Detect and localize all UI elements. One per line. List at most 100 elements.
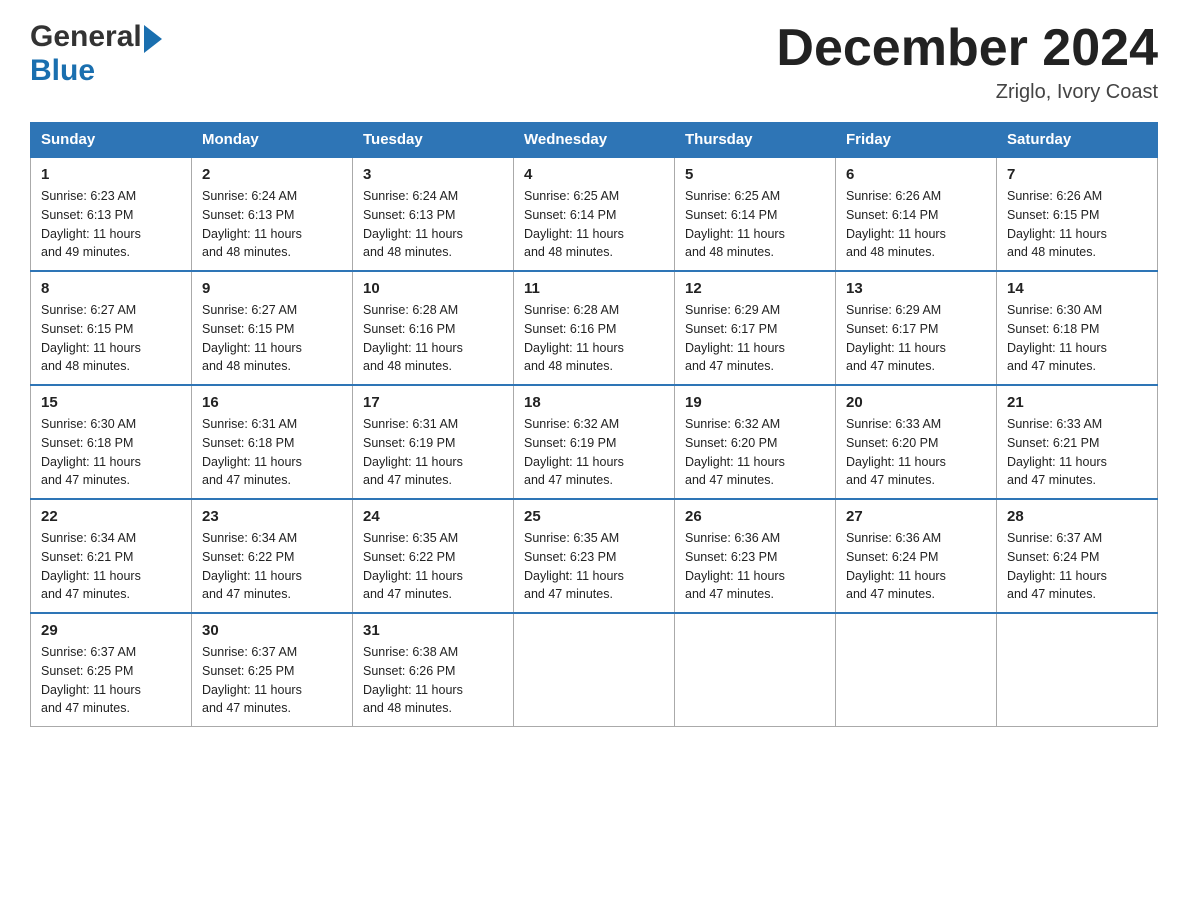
day-number: 11 (524, 280, 664, 297)
day-info: Sunrise: 6:34 AMSunset: 6:22 PMDaylight:… (202, 529, 342, 604)
calendar-cell: 7 Sunrise: 6:26 AMSunset: 6:15 PMDayligh… (997, 157, 1158, 271)
day-number: 5 (685, 166, 825, 183)
page-header: General Blue December 2024 Zriglo, Ivory… (30, 20, 1158, 104)
day-number: 31 (363, 622, 503, 639)
day-number: 10 (363, 280, 503, 297)
calendar-cell: 12 Sunrise: 6:29 AMSunset: 6:17 PMDaylig… (675, 271, 836, 385)
day-number: 20 (846, 394, 986, 411)
calendar-cell: 29 Sunrise: 6:37 AMSunset: 6:25 PMDaylig… (31, 613, 192, 727)
calendar-cell: 21 Sunrise: 6:33 AMSunset: 6:21 PMDaylig… (997, 385, 1158, 499)
day-info: Sunrise: 6:35 AMSunset: 6:22 PMDaylight:… (363, 529, 503, 604)
day-number: 25 (524, 508, 664, 525)
calendar-cell (997, 613, 1158, 727)
calendar-cell: 3 Sunrise: 6:24 AMSunset: 6:13 PMDayligh… (353, 157, 514, 271)
calendar-cell: 31 Sunrise: 6:38 AMSunset: 6:26 PMDaylig… (353, 613, 514, 727)
calendar-cell: 18 Sunrise: 6:32 AMSunset: 6:19 PMDaylig… (514, 385, 675, 499)
day-info: Sunrise: 6:30 AMSunset: 6:18 PMDaylight:… (1007, 301, 1147, 376)
day-number: 1 (41, 166, 181, 183)
day-info: Sunrise: 6:38 AMSunset: 6:26 PMDaylight:… (363, 643, 503, 718)
day-number: 21 (1007, 394, 1147, 411)
day-info: Sunrise: 6:29 AMSunset: 6:17 PMDaylight:… (846, 301, 986, 376)
day-number: 19 (685, 394, 825, 411)
logo-blue: Blue (30, 54, 95, 88)
weekday-header: Wednesday (514, 123, 675, 158)
day-info: Sunrise: 6:26 AMSunset: 6:14 PMDaylight:… (846, 187, 986, 262)
day-info: Sunrise: 6:29 AMSunset: 6:17 PMDaylight:… (685, 301, 825, 376)
calendar-cell: 14 Sunrise: 6:30 AMSunset: 6:18 PMDaylig… (997, 271, 1158, 385)
day-number: 26 (685, 508, 825, 525)
calendar-cell: 4 Sunrise: 6:25 AMSunset: 6:14 PMDayligh… (514, 157, 675, 271)
day-number: 28 (1007, 508, 1147, 525)
day-info: Sunrise: 6:30 AMSunset: 6:18 PMDaylight:… (41, 415, 181, 490)
calendar-cell (675, 613, 836, 727)
day-info: Sunrise: 6:37 AMSunset: 6:25 PMDaylight:… (202, 643, 342, 718)
day-number: 17 (363, 394, 503, 411)
calendar-cell: 30 Sunrise: 6:37 AMSunset: 6:25 PMDaylig… (192, 613, 353, 727)
calendar-cell: 2 Sunrise: 6:24 AMSunset: 6:13 PMDayligh… (192, 157, 353, 271)
day-info: Sunrise: 6:37 AMSunset: 6:25 PMDaylight:… (41, 643, 181, 718)
calendar-cell (836, 613, 997, 727)
day-info: Sunrise: 6:36 AMSunset: 6:23 PMDaylight:… (685, 529, 825, 604)
calendar-week-row: 15 Sunrise: 6:30 AMSunset: 6:18 PMDaylig… (31, 385, 1158, 499)
calendar-cell: 26 Sunrise: 6:36 AMSunset: 6:23 PMDaylig… (675, 499, 836, 613)
calendar-table: SundayMondayTuesdayWednesdayThursdayFrid… (30, 122, 1158, 727)
day-info: Sunrise: 6:35 AMSunset: 6:23 PMDaylight:… (524, 529, 664, 604)
calendar-cell: 5 Sunrise: 6:25 AMSunset: 6:14 PMDayligh… (675, 157, 836, 271)
day-info: Sunrise: 6:34 AMSunset: 6:21 PMDaylight:… (41, 529, 181, 604)
day-number: 13 (846, 280, 986, 297)
calendar-cell: 24 Sunrise: 6:35 AMSunset: 6:22 PMDaylig… (353, 499, 514, 613)
calendar-cell: 22 Sunrise: 6:34 AMSunset: 6:21 PMDaylig… (31, 499, 192, 613)
day-number: 4 (524, 166, 664, 183)
day-number: 15 (41, 394, 181, 411)
calendar-cell: 27 Sunrise: 6:36 AMSunset: 6:24 PMDaylig… (836, 499, 997, 613)
calendar-cell: 11 Sunrise: 6:28 AMSunset: 6:16 PMDaylig… (514, 271, 675, 385)
day-number: 29 (41, 622, 181, 639)
day-info: Sunrise: 6:28 AMSunset: 6:16 PMDaylight:… (363, 301, 503, 376)
title-area: December 2024 Zriglo, Ivory Coast (776, 20, 1158, 104)
calendar-week-row: 1 Sunrise: 6:23 AMSunset: 6:13 PMDayligh… (31, 157, 1158, 271)
day-info: Sunrise: 6:26 AMSunset: 6:15 PMDaylight:… (1007, 187, 1147, 262)
calendar-cell: 10 Sunrise: 6:28 AMSunset: 6:16 PMDaylig… (353, 271, 514, 385)
day-number: 6 (846, 166, 986, 183)
day-info: Sunrise: 6:23 AMSunset: 6:13 PMDaylight:… (41, 187, 181, 262)
day-info: Sunrise: 6:28 AMSunset: 6:16 PMDaylight:… (524, 301, 664, 376)
calendar-cell: 25 Sunrise: 6:35 AMSunset: 6:23 PMDaylig… (514, 499, 675, 613)
calendar-cell: 6 Sunrise: 6:26 AMSunset: 6:14 PMDayligh… (836, 157, 997, 271)
calendar-cell: 13 Sunrise: 6:29 AMSunset: 6:17 PMDaylig… (836, 271, 997, 385)
day-info: Sunrise: 6:36 AMSunset: 6:24 PMDaylight:… (846, 529, 986, 604)
calendar-cell (514, 613, 675, 727)
calendar-week-row: 29 Sunrise: 6:37 AMSunset: 6:25 PMDaylig… (31, 613, 1158, 727)
day-number: 3 (363, 166, 503, 183)
calendar-cell: 9 Sunrise: 6:27 AMSunset: 6:15 PMDayligh… (192, 271, 353, 385)
calendar-week-row: 22 Sunrise: 6:34 AMSunset: 6:21 PMDaylig… (31, 499, 1158, 613)
day-info: Sunrise: 6:37 AMSunset: 6:24 PMDaylight:… (1007, 529, 1147, 604)
logo-arrow-icon (144, 25, 162, 53)
calendar-cell: 8 Sunrise: 6:27 AMSunset: 6:15 PMDayligh… (31, 271, 192, 385)
weekday-header: Sunday (31, 123, 192, 158)
weekday-header: Monday (192, 123, 353, 158)
weekday-header-row: SundayMondayTuesdayWednesdayThursdayFrid… (31, 123, 1158, 158)
day-number: 14 (1007, 280, 1147, 297)
day-number: 23 (202, 508, 342, 525)
day-info: Sunrise: 6:32 AMSunset: 6:19 PMDaylight:… (524, 415, 664, 490)
day-number: 27 (846, 508, 986, 525)
calendar-cell: 20 Sunrise: 6:33 AMSunset: 6:20 PMDaylig… (836, 385, 997, 499)
day-number: 24 (363, 508, 503, 525)
calendar-cell: 1 Sunrise: 6:23 AMSunset: 6:13 PMDayligh… (31, 157, 192, 271)
weekday-header: Tuesday (353, 123, 514, 158)
day-info: Sunrise: 6:32 AMSunset: 6:20 PMDaylight:… (685, 415, 825, 490)
calendar-cell: 15 Sunrise: 6:30 AMSunset: 6:18 PMDaylig… (31, 385, 192, 499)
calendar-cell: 28 Sunrise: 6:37 AMSunset: 6:24 PMDaylig… (997, 499, 1158, 613)
calendar-cell: 16 Sunrise: 6:31 AMSunset: 6:18 PMDaylig… (192, 385, 353, 499)
month-title: December 2024 (776, 20, 1158, 77)
logo-general: General (30, 20, 142, 54)
day-info: Sunrise: 6:27 AMSunset: 6:15 PMDaylight:… (202, 301, 342, 376)
day-number: 18 (524, 394, 664, 411)
day-info: Sunrise: 6:27 AMSunset: 6:15 PMDaylight:… (41, 301, 181, 376)
day-info: Sunrise: 6:31 AMSunset: 6:18 PMDaylight:… (202, 415, 342, 490)
day-info: Sunrise: 6:33 AMSunset: 6:21 PMDaylight:… (1007, 415, 1147, 490)
calendar-cell: 17 Sunrise: 6:31 AMSunset: 6:19 PMDaylig… (353, 385, 514, 499)
weekday-header: Thursday (675, 123, 836, 158)
day-info: Sunrise: 6:31 AMSunset: 6:19 PMDaylight:… (363, 415, 503, 490)
location: Zriglo, Ivory Coast (776, 81, 1158, 104)
